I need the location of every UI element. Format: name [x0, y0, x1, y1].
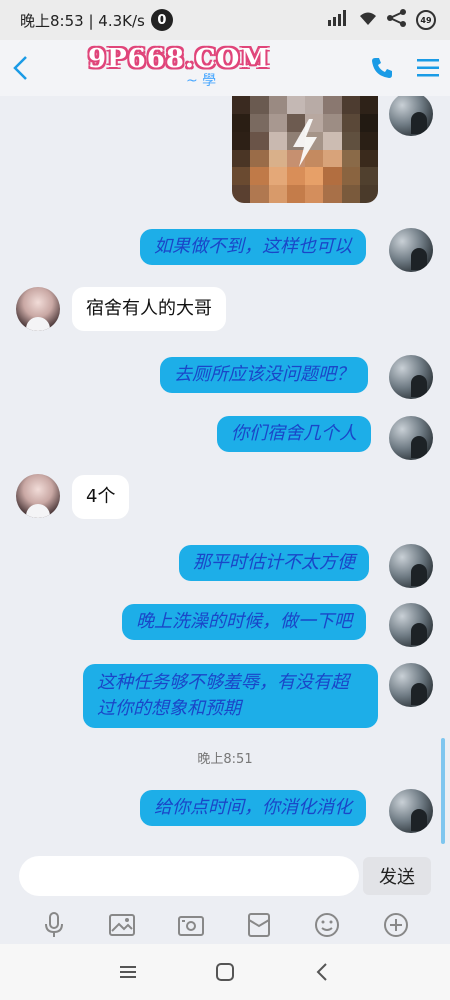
chevron-left-icon [13, 56, 27, 80]
message-bubble-out[interactable]: 这种任务够不够羞辱，有没有超过你的想象和预期 [83, 664, 378, 728]
chat-scrollbar[interactable] [441, 738, 445, 844]
app-notification-icon: 0 [150, 9, 173, 31]
menu-icon[interactable] [108, 952, 148, 992]
send-button[interactable]: 发送 [363, 857, 431, 895]
chat-area[interactable]: 如果做不到，这样也可以 宿舍有人的大哥 去厕所应该没问题吧？ 你们宿舍几个人 4… [0, 96, 450, 848]
message-bubble-out[interactable]: 那平时估计不太方便 [179, 545, 369, 581]
message-bubble-in[interactable]: 4个 [72, 475, 130, 519]
battery-icon: 49 [416, 10, 436, 30]
message-bubble-out[interactable]: 如果做不到，这样也可以 [140, 229, 366, 265]
message-bubble-out[interactable]: 去厕所应该没问题吧？ [160, 357, 368, 393]
wifi-icon [358, 10, 378, 30]
message-bubble-in[interactable]: 宿舍有人的大哥 [72, 287, 226, 331]
lightning-icon [293, 119, 317, 168]
avatar-me[interactable] [389, 663, 433, 707]
avatar-me[interactable] [389, 355, 433, 399]
message-input[interactable] [19, 856, 359, 896]
avatar-me[interactable] [389, 416, 433, 460]
phone-icon [372, 58, 392, 78]
chat-header: 9P668.COM ~ 學 [0, 40, 450, 96]
chat-title: 9P668.COM [88, 44, 271, 74]
more-menu-button[interactable] [410, 40, 446, 96]
composer: 发送 [0, 848, 450, 906]
message-bubble-out[interactable]: 晚上洗澡的时候，做一下吧 [122, 604, 366, 640]
avatar-me[interactable] [389, 228, 433, 272]
emoji-icon[interactable] [311, 909, 343, 941]
avatar-me[interactable] [389, 544, 433, 588]
back-icon[interactable] [302, 952, 342, 992]
red-envelope-icon[interactable] [243, 909, 275, 941]
avatar-me[interactable] [389, 96, 433, 136]
message-bubble-out[interactable]: 你们宿舍几个人 [217, 416, 371, 452]
message-bubble-out[interactable]: 给你点时间，你消化消化 [140, 790, 366, 826]
avatar-contact[interactable] [16, 287, 60, 331]
hamburger-icon [417, 59, 439, 77]
message-timestamp: 晚上8:51 [197, 752, 253, 767]
avatar-contact[interactable] [16, 474, 60, 518]
plus-icon[interactable] [380, 909, 412, 941]
system-nav-bar [0, 944, 450, 1000]
chat-subtitle: ~ 學 [186, 73, 217, 89]
status-bar: 晚上8:53 | 4.3K/s 0 49 [0, 0, 450, 40]
call-button[interactable] [364, 40, 400, 96]
avatar-me[interactable] [389, 789, 433, 833]
signal-icon [328, 10, 350, 30]
composer-toolbar [0, 906, 450, 944]
status-time-speed: 晚上8:53 | 4.3K/s [20, 11, 145, 30]
back-button[interactable] [0, 40, 40, 96]
image-icon[interactable] [106, 909, 138, 941]
camera-icon[interactable] [175, 909, 207, 941]
avatar-me[interactable] [389, 603, 433, 647]
mic-icon[interactable] [38, 909, 70, 941]
share-icon [386, 8, 408, 32]
home-icon[interactable] [205, 952, 245, 992]
image-message[interactable] [232, 96, 378, 203]
